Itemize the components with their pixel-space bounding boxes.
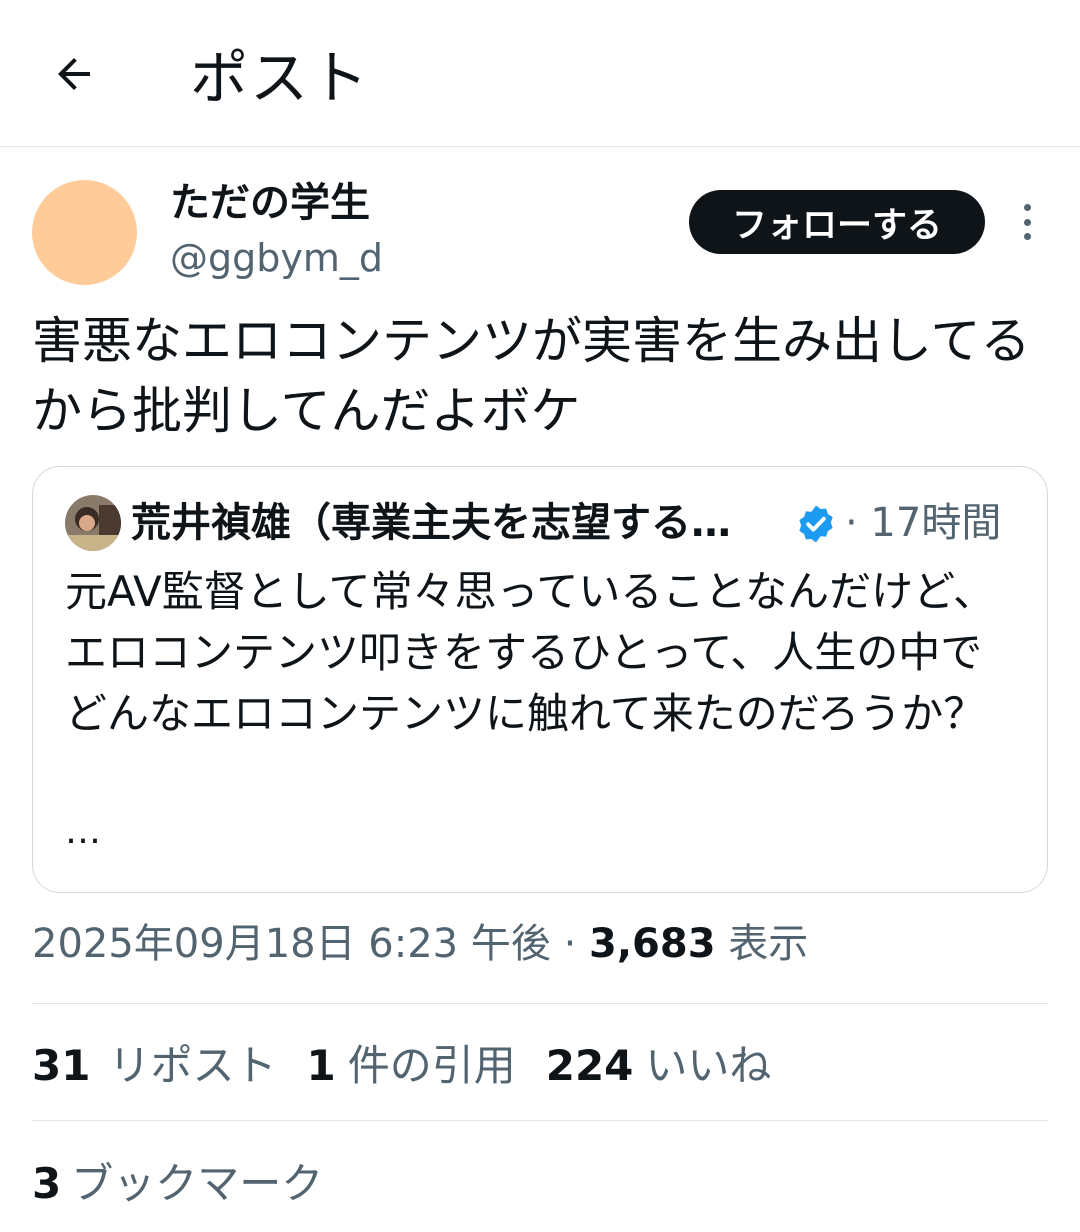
tweet-text: 害悪なエロコンテンツが実害を生み出してるから批判してんだよボケ (32, 312, 1031, 440)
reposts-count: 31 (32, 1041, 91, 1090)
author-handle[interactable]: @ggbym_d (170, 232, 383, 284)
quote-author-avatar (65, 495, 121, 551)
likes-count: 224 (545, 1041, 634, 1090)
arrow-left-icon (58, 58, 90, 90)
quotes-count: 1 (306, 1041, 336, 1090)
divider (32, 1120, 1048, 1121)
reposts-stat[interactable]: 31 リポスト (32, 1034, 276, 1098)
quote-text: 元AV監督として常々思っていることなんだけど、エロコンテンツ叩きをするひとって、… (65, 567, 996, 738)
bookmarks-stat[interactable]: 3 ブックマーク (32, 1152, 323, 1216)
views-label: 表示 (728, 921, 809, 967)
divider (32, 1003, 1048, 1004)
meta-separator: · (550, 921, 590, 967)
more-options-button[interactable] (1010, 198, 1044, 246)
avatar[interactable] (32, 180, 137, 285)
quote-author-name: 荒井禎雄（専業主夫を志望する… (131, 500, 731, 546)
quotes-label: 件の引用 (347, 1041, 516, 1090)
tweet-meta: 2025年09月18日 6:23 午後 · 3,683 表示 (32, 912, 808, 976)
likes-stat[interactable]: 224 いいね (546, 1034, 772, 1098)
follow-button[interactable]: フォローする (689, 190, 985, 254)
quotes-stat[interactable]: 1 件の引用 (306, 1034, 515, 1098)
timestamp[interactable]: 2025年09月18日 6:23 午後 (32, 921, 551, 967)
reposts-label: リポスト (108, 1041, 277, 1090)
quote-ellipsis: … (65, 811, 101, 852)
author-name[interactable]: ただの学生 (170, 176, 370, 230)
more-vertical-icon (1023, 204, 1031, 211)
page-title: ポスト (190, 44, 371, 112)
engagement-stats: 31 リポスト 1 件の引用 224 いいね (32, 1034, 801, 1098)
quote-time: · 17時間 (845, 500, 1002, 546)
bookmarks-label: ブックマーク (71, 1159, 324, 1208)
back-button[interactable] (44, 44, 104, 104)
bookmarks-count: 3 (32, 1159, 62, 1208)
top-bar: ポスト (0, 0, 1080, 147)
likes-label: いいね (645, 1041, 772, 1090)
verified-badge-icon (799, 505, 833, 543)
views-count: 3,683 (589, 921, 716, 967)
quoted-tweet[interactable]: 荒井禎雄（専業主夫を志望する… · 17時間 元AV監督として常々思っていること… (32, 466, 1048, 893)
